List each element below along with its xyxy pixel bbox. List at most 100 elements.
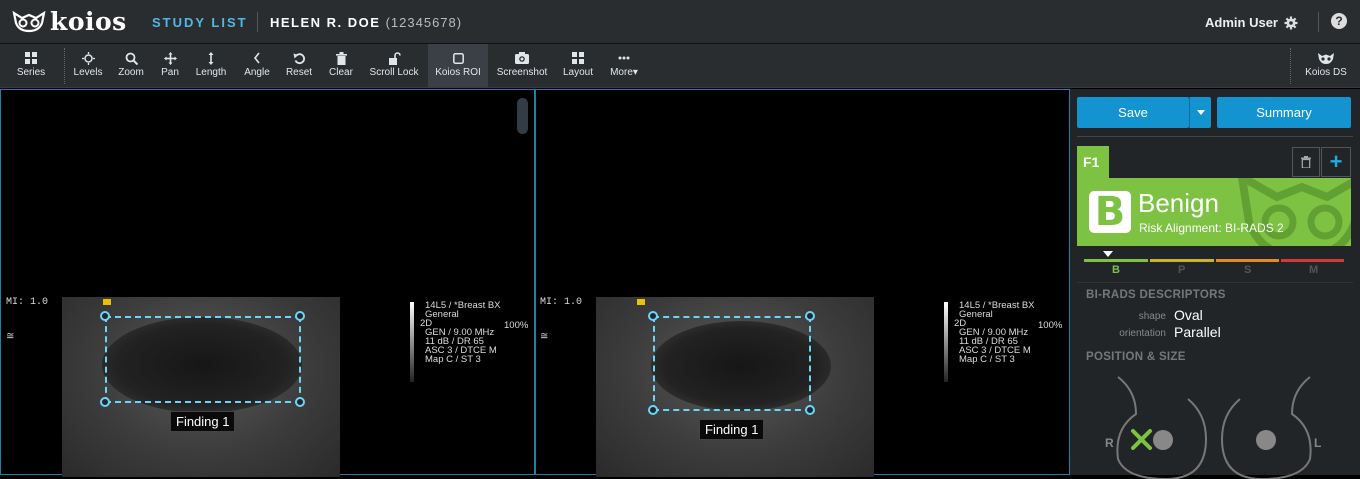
left-breast-label: L [1314,436,1322,450]
ruler-vertical-icon [208,51,214,65]
add-finding-button[interactable]: + [1321,147,1351,177]
brightness-icon [81,51,95,65]
layout-button[interactable]: Layout [558,44,598,87]
risk-pointer-icon [1103,251,1113,257]
delete-finding-button[interactable] [1292,147,1320,177]
move-arrows-icon [163,51,177,65]
gear-icon[interactable] [1284,16,1298,30]
risk-label: B [1112,264,1120,276]
koios-roi-label: Koios ROI [435,67,481,78]
info-line: Map C / ST 3 [425,354,481,365]
risk-segment-benign [1084,259,1148,262]
save-options-dropdown[interactable] [1189,97,1211,128]
levels-button[interactable]: Levels [70,44,106,87]
breast-position-diagram[interactable] [1070,369,1360,479]
info-line: Map C / ST 3 [959,354,1015,365]
roi-handle[interactable] [805,405,815,415]
risk-segment-probably-benign [1150,259,1214,262]
roi-square-icon [452,52,464,64]
length-button[interactable]: Length [192,44,230,87]
trash-icon [335,51,347,65]
toolbar-divider [1290,48,1291,84]
top-bar: koios STUDY LIST HELEN R. DOE (12345678)… [0,0,1360,44]
save-button[interactable]: Save [1077,97,1189,128]
gain-percent: 100% [504,320,529,331]
koios-ds-button[interactable]: Koios DS [1298,44,1354,87]
birads-heading: BI-RADS DESCRIPTORS [1086,289,1226,301]
descriptor-key: orientation [1119,328,1166,339]
summary-button[interactable]: Summary [1217,97,1351,128]
image-viewport-2[interactable]: MI: 1.0 ≅ 14L5 / *Breast BX General 2D G… [535,89,1070,477]
pan-label: Pan [161,67,179,78]
roi-handle[interactable] [100,311,110,321]
info-line: General [959,309,993,320]
koios-roi-button[interactable]: Koios ROI [428,44,488,87]
descriptor-key: shape [1138,311,1166,322]
zoom-label: Zoom [118,67,144,78]
screenshot-button[interactable]: Screenshot [494,44,550,87]
classification-title: Benign [1138,188,1219,218]
study-list-link[interactable]: STUDY LIST [152,15,248,30]
approx-symbol: ≅ [540,332,549,343]
divider [257,12,258,32]
scrollbar-thumb[interactable] [517,98,528,134]
roi-handle[interactable] [805,311,815,321]
finding-label[interactable]: Finding 1 [170,411,236,432]
pan-button[interactable]: Pan [154,44,186,87]
right-breast-label: R [1105,436,1114,450]
position-size-heading: POSITION & SIZE [1086,351,1186,363]
user-menu[interactable]: Admin User [1205,15,1298,30]
roi-box[interactable] [105,316,301,403]
finding-label[interactable]: Finding 1 [699,419,765,440]
info-line: General [425,309,459,320]
camera-icon [515,52,529,64]
koios-ds-label: Koios DS [1305,67,1347,78]
series-label: Series [16,67,46,78]
roi-handle[interactable] [648,311,658,321]
toolbar: Series Levels Zoom Pan Length Angle Rese… [0,44,1360,88]
roi-handle[interactable] [295,311,305,321]
acquisition-info: 14L5 / *Breast BX General 2D GEN / 9.00 … [420,301,501,365]
risk-label: P [1178,264,1186,276]
divider [1318,12,1319,32]
undo-icon [293,52,305,64]
toolbar-divider [64,48,65,84]
risk-label: M [1309,264,1319,276]
help-icon[interactable]: ? [1331,13,1347,29]
roi-handle[interactable] [100,397,110,407]
finding-tab[interactable]: F1 [1077,146,1109,178]
divider [1077,282,1353,283]
scroll-lock-button[interactable]: Scroll Lock [366,44,422,87]
image-viewport-1[interactable]: MI: 1.0 ≅ 14L5 / *Breast BX General 2D G… [0,89,535,477]
roi-handle[interactable] [295,397,305,407]
grayscale-bar [944,302,948,382]
divider [1077,136,1353,137]
descriptor-value[interactable]: Oval [1174,307,1203,323]
screenshot-label: Screenshot [496,67,548,78]
reset-button[interactable]: Reset [282,44,316,87]
more-label: More▾ [610,67,638,78]
scroll-lock-label: Scroll Lock [369,67,419,78]
orientation-marker [637,299,645,305]
series-button[interactable]: Series [10,44,52,87]
koios-logo[interactable]: koios [12,9,127,35]
angle-icon [253,52,260,64]
roi-handle[interactable] [648,405,658,415]
angle-button[interactable]: Angle [240,44,274,87]
owl-watermark-icon [1238,178,1351,246]
clear-label: Clear [329,67,353,78]
user-name: Admin User [1205,15,1278,30]
layout-label: Layout [562,67,594,78]
patient-id: (12345678) [385,15,463,30]
risk-segment-suspicious [1216,259,1279,262]
approx-symbol: ≅ [6,332,15,343]
logo-wordmark: koios [50,7,127,36]
mechanical-index: MI: 1.0 [540,297,583,308]
descriptor-value[interactable]: Parallel [1174,324,1221,340]
clear-button[interactable]: Clear [324,44,358,87]
more-menu-button[interactable]: More▾ [604,44,644,87]
zoom-button[interactable]: Zoom [114,44,148,87]
classification-badge: B [1089,191,1131,234]
roi-box[interactable] [653,316,811,411]
patient-name: HELEN R. DOE [270,15,381,30]
